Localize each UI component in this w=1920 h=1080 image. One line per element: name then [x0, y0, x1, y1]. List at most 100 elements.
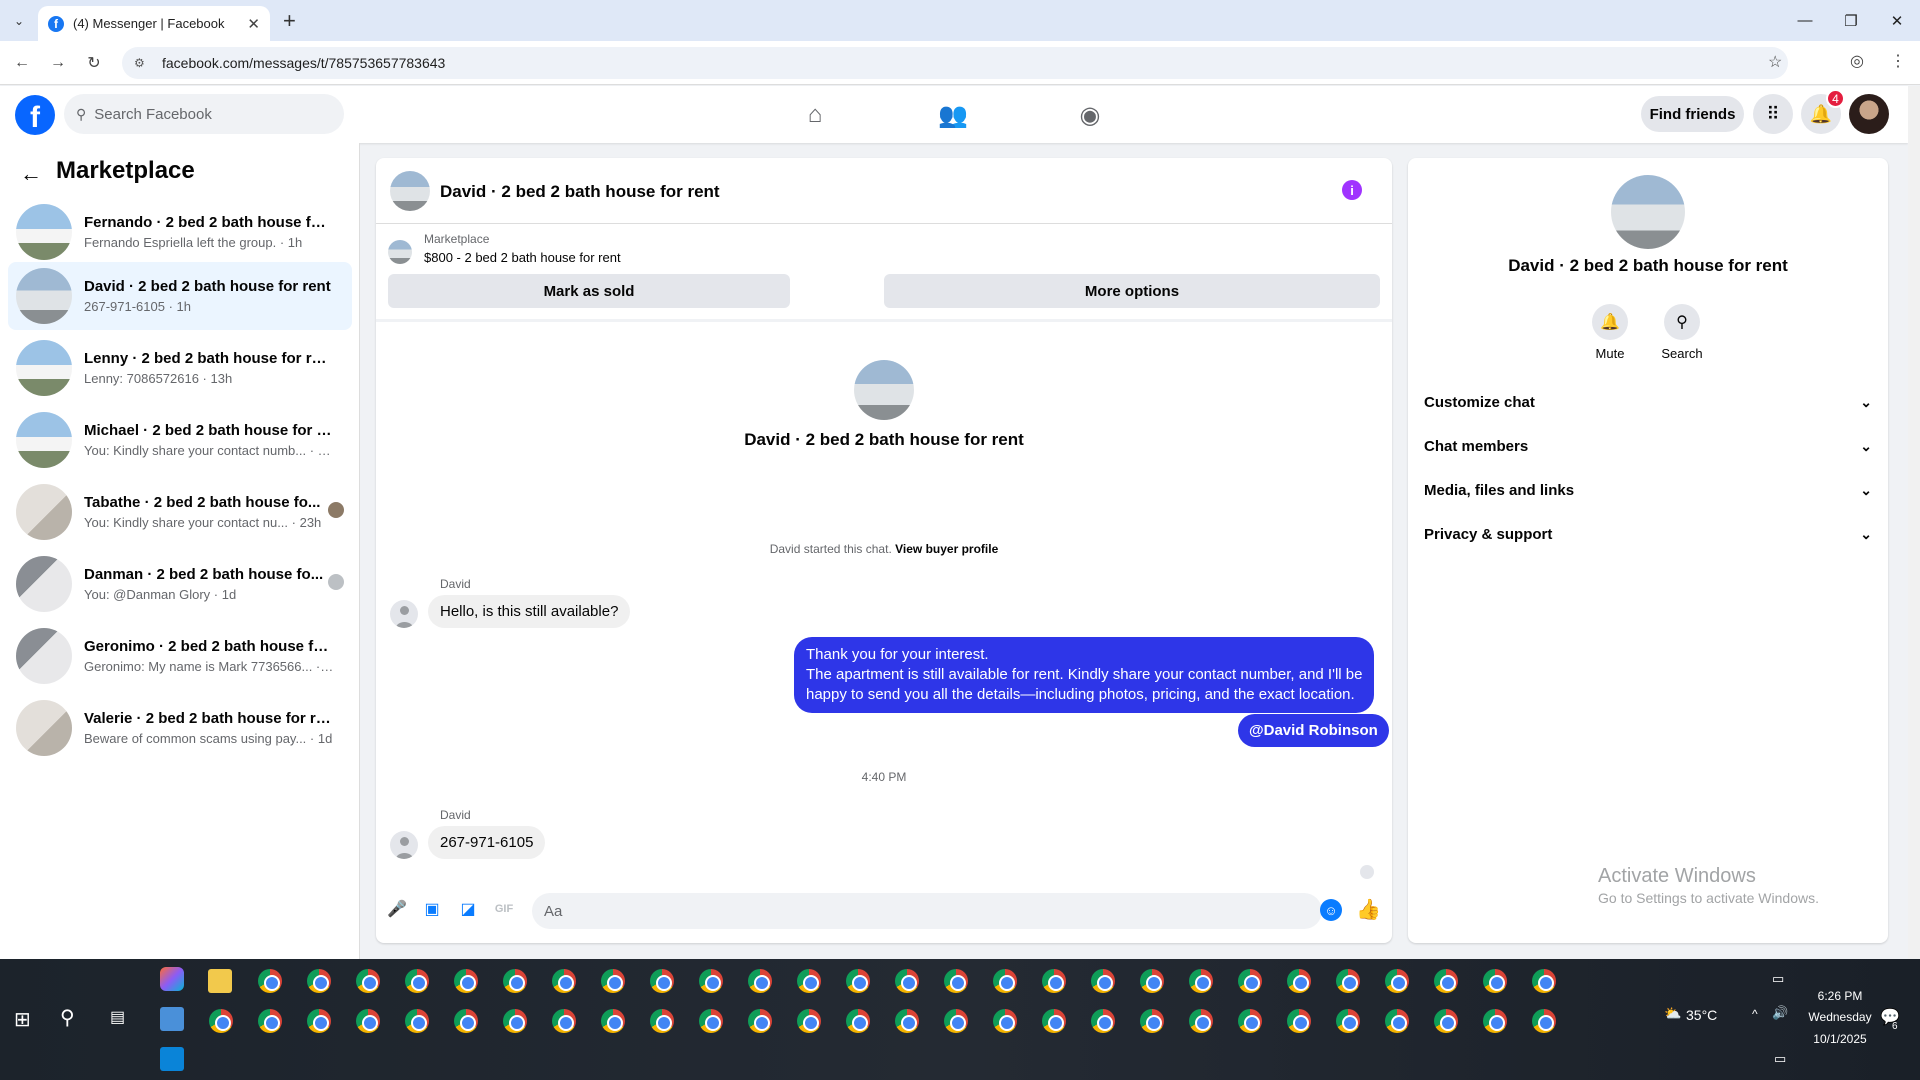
chrome-taskbar-icon[interactable] — [1287, 1009, 1311, 1033]
chrome-taskbar-icon[interactable] — [356, 1009, 380, 1033]
chrome-taskbar-icon[interactable] — [846, 969, 870, 993]
chrome-taskbar-icon[interactable] — [1336, 1009, 1360, 1033]
chrome-taskbar-icon[interactable] — [944, 1009, 968, 1033]
windows-start-icon[interactable]: ⊞ — [14, 1007, 31, 1032]
chrome-taskbar-icon[interactable] — [1042, 969, 1066, 993]
chrome-taskbar-icon[interactable] — [797, 1009, 821, 1033]
clock-date[interactable]: 10/1/2025 — [1799, 1032, 1881, 1046]
profile-avatar[interactable] — [1849, 94, 1889, 134]
browser-tab[interactable]: f (4) Messenger | Facebook ✕ — [38, 6, 270, 41]
new-tab-icon[interactable]: + — [283, 8, 296, 34]
chrome-taskbar-icon[interactable] — [1140, 1009, 1164, 1033]
chrome-taskbar-icon[interactable] — [699, 969, 723, 993]
mute-button[interactable]: 🔔 Mute — [1580, 304, 1640, 361]
file-explorer-icon[interactable] — [208, 969, 232, 993]
minimize-icon[interactable]: — — [1782, 0, 1828, 41]
chrome-taskbar-icon[interactable] — [405, 969, 429, 993]
tab-search-icon[interactable]: ⌄ — [6, 8, 32, 34]
conversation-item[interactable]: Tabathe · 2 bed 2 bath house fo... You: K… — [8, 478, 352, 546]
chrome-taskbar-icon[interactable] — [846, 1009, 870, 1033]
tab-close-icon[interactable]: ✕ — [247, 15, 260, 33]
chrome-taskbar-icon[interactable] — [1385, 969, 1409, 993]
chrome-taskbar-icon[interactable] — [1238, 969, 1262, 993]
conversation-item[interactable]: Michael · 2 bed 2 bath house for r... You… — [8, 406, 352, 474]
view-buyer-profile-link[interactable]: View buyer profile — [895, 542, 998, 556]
site-info-icon[interactable]: ⚙ — [134, 56, 150, 70]
mark-as-sold-button[interactable]: Mark as sold — [388, 274, 790, 308]
message-input[interactable]: Aa — [532, 893, 1322, 929]
conversation-item[interactable]: Geronimo · 2 bed 2 bath house for... Gero… — [8, 622, 352, 690]
emoji-icon[interactable]: ☺ — [1320, 899, 1342, 921]
chrome-taskbar-icon[interactable] — [1532, 969, 1556, 993]
app-icon[interactable] — [160, 1047, 184, 1071]
facebook-logo-icon[interactable]: f — [15, 95, 55, 135]
sticker-icon[interactable]: ◪ — [457, 898, 479, 920]
chrome-taskbar-icon[interactable] — [1336, 969, 1360, 993]
chat-members-section[interactable]: Chat members ⌄ — [1424, 424, 1872, 468]
chrome-taskbar-icon[interactable] — [503, 969, 527, 993]
desktop-icon[interactable]: ▭ — [1774, 1051, 1786, 1067]
chrome-taskbar-icon[interactable] — [454, 1009, 478, 1033]
restore-icon[interactable]: ❐ — [1828, 0, 1874, 41]
photo-icon[interactable]: ▣ — [421, 898, 443, 920]
menu-kebab-icon[interactable]: ⋮ — [1890, 51, 1906, 71]
profile-icon[interactable]: ◎ — [1850, 51, 1864, 71]
chrome-taskbar-icon[interactable] — [699, 1009, 723, 1033]
chrome-taskbar-icon[interactable] — [1287, 969, 1311, 993]
chrome-taskbar-icon[interactable] — [1434, 969, 1458, 993]
chrome-taskbar-icon[interactable] — [1483, 969, 1507, 993]
media-files-links-section[interactable]: Media, files and links ⌄ — [1424, 468, 1872, 512]
clock-day[interactable]: Wednesday — [1799, 1010, 1881, 1024]
chrome-taskbar-icon[interactable] — [1091, 1009, 1115, 1033]
conversation-item[interactable]: Valerie · 2 bed 2 bath house for rent Bew… — [8, 694, 352, 762]
privacy-support-section[interactable]: Privacy & support ⌄ — [1424, 512, 1872, 556]
chrome-taskbar-icon[interactable] — [993, 1009, 1017, 1033]
chrome-taskbar-icon[interactable] — [650, 969, 674, 993]
url-input[interactable]: ⚙ facebook.com/messages/t/78575365778364… — [122, 47, 1788, 79]
back-icon[interactable]: ← — [10, 51, 34, 75]
page-scrollbar[interactable] — [1908, 86, 1920, 959]
display-icon[interactable]: ▭ — [1772, 971, 1784, 987]
chat-avatar[interactable] — [390, 171, 430, 211]
chrome-taskbar-icon[interactable] — [1189, 969, 1213, 993]
chrome-taskbar-icon[interactable] — [307, 1009, 331, 1033]
chrome-taskbar-icon[interactable] — [503, 1009, 527, 1033]
chrome-taskbar-icon[interactable] — [895, 969, 919, 993]
chrome-taskbar-icon[interactable] — [1532, 1009, 1556, 1033]
chrome-taskbar-icon[interactable] — [748, 969, 772, 993]
conversation-item-active[interactable]: David · 2 bed 2 bath house for rent 267-9… — [8, 262, 352, 330]
chrome-taskbar-icon[interactable] — [258, 969, 282, 993]
menu-grid-icon[interactable]: ⠿ — [1753, 94, 1793, 134]
chrome-taskbar-icon[interactable] — [1483, 1009, 1507, 1033]
weather-icon[interactable]: ⛅ — [1664, 1005, 1681, 1022]
chrome-taskbar-icon[interactable] — [797, 969, 821, 993]
thumbs-up-icon[interactable]: 👍 — [1356, 897, 1381, 922]
chrome-taskbar-icon[interactable] — [601, 969, 625, 993]
chrome-taskbar-icon[interactable] — [552, 969, 576, 993]
search-icon[interactable]: ⚲ — [60, 1005, 75, 1030]
more-options-button[interactable]: More options — [884, 274, 1380, 308]
temperature[interactable]: 35°C — [1686, 1007, 1717, 1023]
home-icon[interactable]: ⌂ — [800, 100, 830, 130]
chrome-taskbar-icon[interactable] — [1434, 1009, 1458, 1033]
info-icon[interactable]: i — [1342, 180, 1362, 200]
chrome-taskbar-icon[interactable] — [1189, 1009, 1213, 1033]
chrome-taskbar-icon[interactable] — [1091, 969, 1115, 993]
bookmark-star-icon[interactable]: ☆ — [1768, 52, 1782, 72]
customize-chat-section[interactable]: Customize chat ⌄ — [1424, 380, 1872, 424]
chrome-taskbar-icon[interactable] — [209, 1009, 233, 1033]
chat-title[interactable]: David · 2 bed 2 bath house for rent — [440, 182, 720, 202]
close-window-icon[interactable]: ✕ — [1874, 0, 1920, 41]
chrome-taskbar-icon[interactable] — [454, 969, 478, 993]
chrome-taskbar-icon[interactable] — [1385, 1009, 1409, 1033]
chrome-taskbar-icon[interactable] — [748, 1009, 772, 1033]
mention-message[interactable]: @David Robinson — [1238, 714, 1389, 747]
chrome-taskbar-icon[interactable] — [356, 969, 380, 993]
chrome-taskbar-icon[interactable] — [307, 969, 331, 993]
chrome-taskbar-icon[interactable] — [552, 1009, 576, 1033]
app-icon[interactable] — [160, 1007, 184, 1031]
gif-icon[interactable]: GIF — [493, 898, 515, 920]
speaker-icon[interactable]: 🔊 — [1772, 1005, 1788, 1021]
find-friends-button[interactable]: Find friends — [1641, 96, 1744, 132]
conversation-item[interactable]: Lenny · 2 bed 2 bath house for rent Lenny… — [8, 334, 352, 402]
